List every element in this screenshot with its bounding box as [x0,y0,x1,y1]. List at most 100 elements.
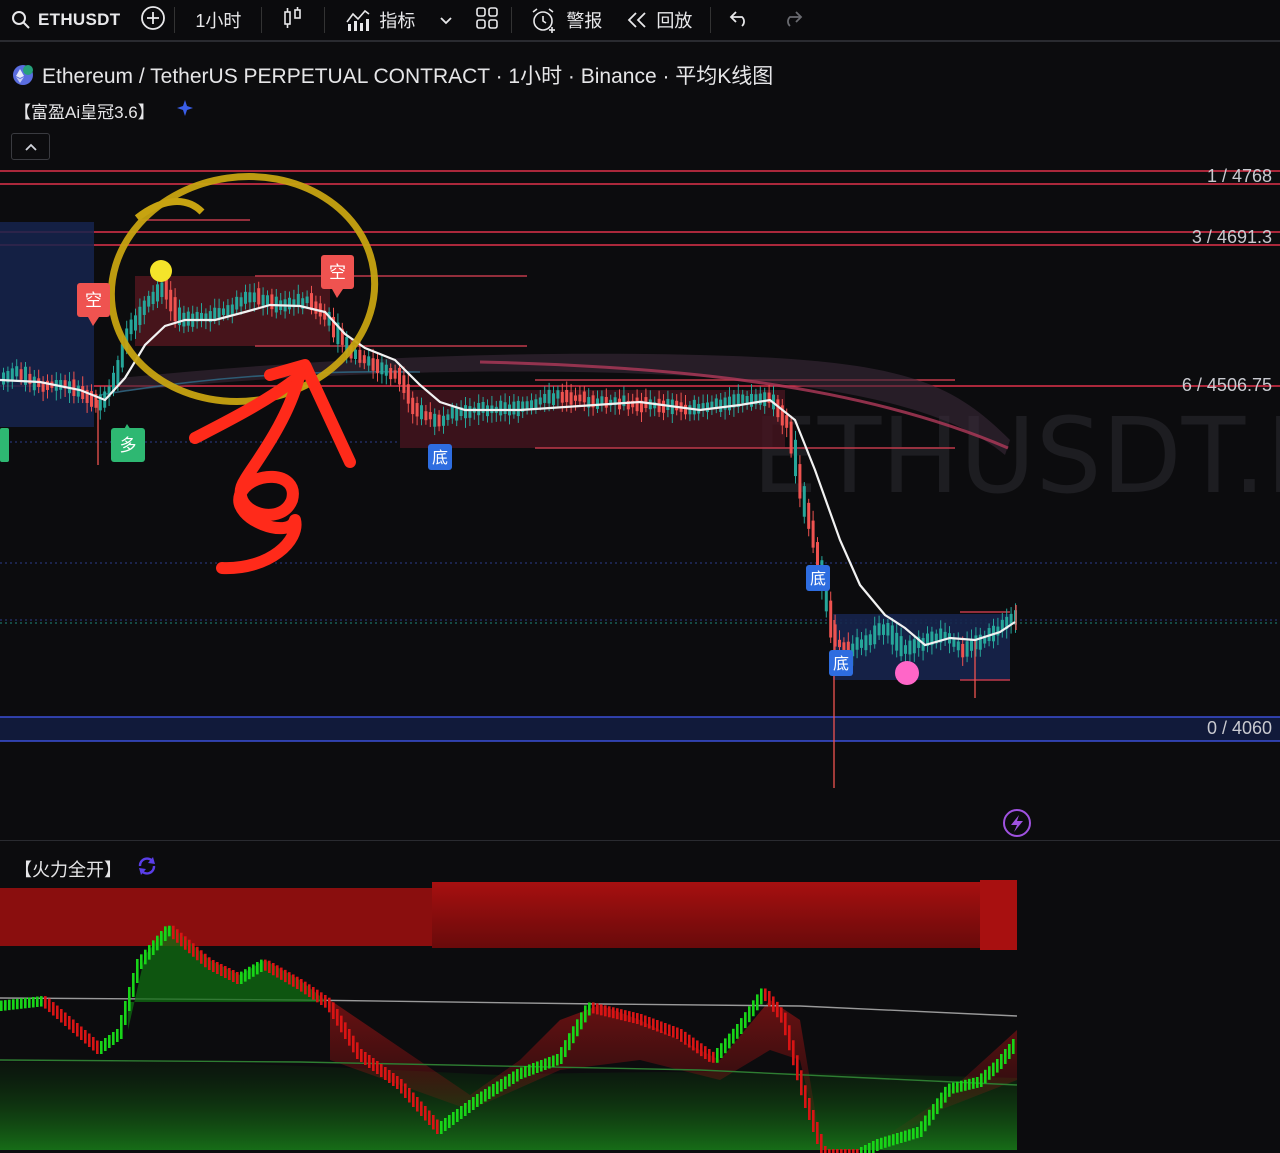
histogram-bar [824,1146,827,1153]
histogram-bar [340,1015,343,1033]
bottom-signal-text: 底 [810,569,826,588]
histogram-bar [928,1109,931,1126]
histogram-bar [440,1121,443,1134]
candle-body [367,356,371,366]
histogram-bar [1004,1049,1007,1064]
histogram-bar [40,996,43,1007]
histogram-bar [176,929,179,943]
price-level-label: 1 / 4768 [1206,166,1272,186]
candle-body [358,349,362,363]
histogram-bar [668,1024,671,1036]
refresh-icon[interactable] [136,855,158,882]
histogram-bar [656,1020,659,1032]
histogram-bar [48,998,51,1013]
candle-body [19,369,23,380]
candle-body [512,401,516,415]
price-level-label: 6 / 4506.75 [1181,375,1272,395]
histogram-bar [452,1112,455,1125]
candle-body [692,399,696,415]
candle-body [15,366,19,377]
histogram-bar [680,1029,683,1042]
histogram-bar [256,962,259,975]
histogram-bar [148,945,151,960]
histogram-bar [956,1081,959,1093]
collapse-legend-button[interactable] [11,133,50,160]
histogram-bar [212,960,215,972]
histogram-bar [368,1055,371,1068]
short-signal-text: 空 [85,291,102,311]
candle-body [120,344,124,368]
zone-box-blue [833,614,1010,680]
histogram-bar [732,1028,735,1044]
candle-body [908,640,912,655]
histogram-bar [36,996,39,1007]
histogram-bar [436,1119,439,1134]
histogram-bar [276,965,279,978]
histogram-bar [948,1083,951,1097]
histogram-bar [1000,1054,1003,1069]
histogram-bar [924,1115,927,1132]
candle-body [635,397,639,412]
histogram-bar [424,1106,427,1121]
candle-body [622,395,626,407]
histogram-bar [332,1002,335,1019]
histogram-bar [136,959,139,983]
histogram-bar [472,1097,475,1110]
lightning-icon[interactable] [1003,809,1031,837]
candle-body [32,376,36,391]
chart-legend-title[interactable]: Ethereum / TetherUS PERPETUAL CONTRACT ·… [12,60,773,90]
histogram-bar [4,1000,7,1011]
histogram-bar [244,969,247,982]
candle-body [46,380,49,390]
oscillator-red-band [432,882,1017,948]
histogram-bar [880,1137,883,1149]
candle-body [173,297,177,322]
level-line-4691 [0,231,1280,246]
annotation-arrow [189,359,356,575]
indicator-sub-label: 【火力全开】 [14,859,122,880]
histogram-bar [716,1048,719,1063]
histogram-bar [428,1110,431,1125]
histogram-bar [300,979,303,992]
histogram-bar [100,1041,103,1054]
histogram-bar [896,1133,899,1145]
price-chart[interactable]: ETHUSDT.P 空 空 多 底 底 底 [0,0,1280,1153]
candle-body [244,291,247,304]
histogram-bar [232,970,235,982]
marker-dot-yellow [150,260,172,282]
marker-dot-pink [895,661,919,685]
candle-body [257,288,261,305]
candle-body [380,362,384,375]
histogram-bar [160,931,163,946]
histogram-bar [676,1027,679,1039]
histogram-bar [312,987,315,1000]
histogram-bar [564,1040,567,1058]
long-signal-label: 多 [111,424,145,462]
indicator-legend-sub[interactable]: 【火力全开】 [14,855,158,882]
candle-body [530,400,533,409]
histogram-bar [488,1086,491,1099]
histogram-bar [624,1010,627,1022]
candle-body [402,375,406,393]
sparkle-icon[interactable] [175,98,195,123]
candle-body [864,635,868,651]
histogram-bar [416,1097,419,1112]
histogram-bar [320,992,323,1005]
histogram-bar [528,1064,531,1076]
histogram-bar [104,1038,107,1051]
candle-body [719,399,723,412]
candle-body [235,296,239,310]
histogram-bar [392,1073,395,1086]
candle-body [288,297,291,310]
candle-body [393,370,397,379]
panel-divider[interactable] [0,840,1280,841]
candle-body [503,402,507,415]
bottom-signal-text: 底 [432,448,448,467]
histogram-bar [904,1130,907,1142]
candle-body [538,397,542,405]
histogram-bar [420,1101,423,1116]
candle-body [552,393,555,406]
histogram-bar [76,1023,79,1037]
indicator-legend-main[interactable]: 【富盈Ai皇冠3.6】 [14,98,195,123]
candle-body [169,289,173,312]
